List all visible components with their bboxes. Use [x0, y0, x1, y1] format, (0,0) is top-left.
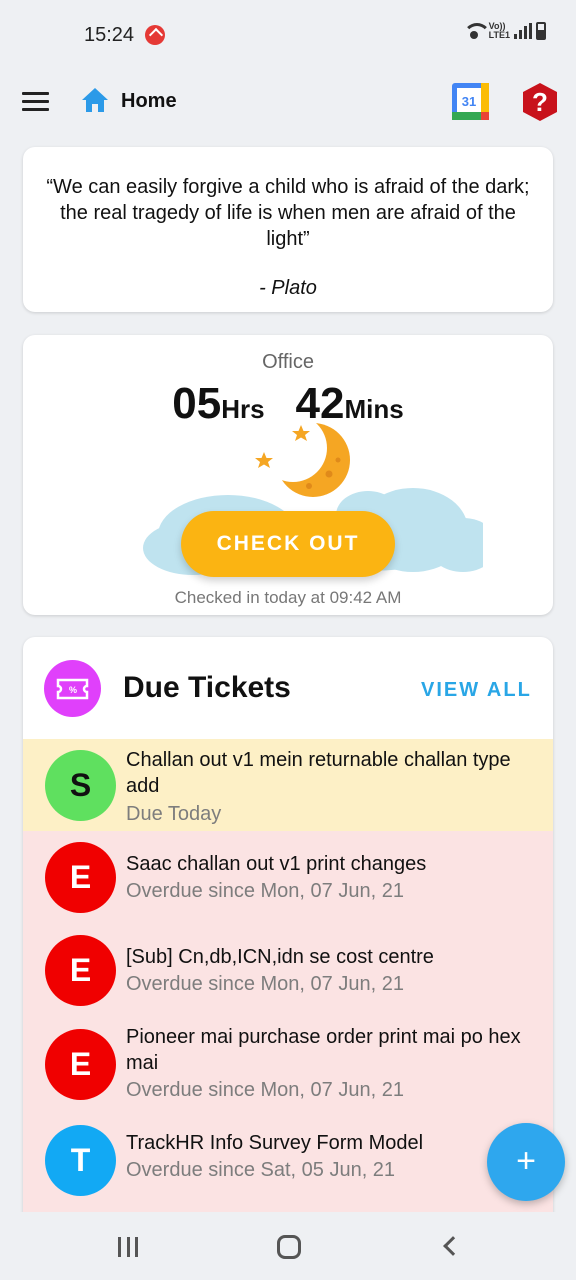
nav-back-icon[interactable]	[443, 1236, 463, 1256]
page-title: Home	[121, 90, 177, 112]
attendance-card: Office 05Hrs 42Mins CHECK OUT Checked in…	[23, 335, 553, 615]
work-location-label: Office	[262, 351, 314, 373]
ticket-title: TrackHR Info Survey Form Model	[126, 1132, 424, 1154]
tickets-header: % Due Tickets VIEW ALL	[23, 637, 553, 739]
system-icons: Vo)) LTE1	[462, 22, 546, 40]
checked-in-time: Checked in today at 09:42 AM	[174, 588, 402, 607]
svg-text:%: %	[69, 685, 77, 695]
ticket-avatar: S	[45, 750, 116, 821]
signal-icon	[514, 23, 532, 39]
ticket-row[interactable]: T TrackHR Info Survey Form Model Overdue…	[23, 1117, 553, 1217]
plus-icon: +	[516, 1142, 536, 1180]
due-tickets-card: % Due Tickets VIEW ALL S Challan out v1 …	[23, 637, 553, 1237]
ticket-avatar: E	[45, 1029, 116, 1100]
battery-icon	[536, 22, 546, 40]
menu-icon[interactable]	[22, 92, 49, 112]
network-type: Vo)) LTE1	[489, 22, 510, 40]
check-out-button[interactable]: CHECK OUT	[181, 511, 395, 577]
app-bar: Home 31 ?	[0, 70, 576, 134]
home-icon	[82, 88, 108, 112]
screen-record-icon	[145, 25, 165, 45]
ticket-title: Saac challan out v1 print changes	[126, 853, 427, 875]
quote-card: “We can easily forgive a child who is af…	[23, 147, 553, 312]
ticket-title: Pioneer mai purchase order print mai po …	[126, 1026, 521, 1074]
view-all-link[interactable]: VIEW ALL	[421, 679, 532, 702]
ticket-title: [Sub] Cn,db,ICN,idn se cost centre	[126, 946, 434, 968]
ticket-due-status: Due Today	[126, 803, 222, 825]
quote-text: “We can easily forgive a child who is af…	[46, 176, 530, 250]
help-icon[interactable]: ?	[521, 82, 559, 122]
nav-home-icon[interactable]	[277, 1235, 301, 1259]
nav-recents-icon[interactable]	[118, 1237, 138, 1257]
ticket-avatar: E	[45, 842, 116, 913]
ticket-avatar: E	[45, 935, 116, 1006]
wifi-icon	[462, 23, 491, 39]
ticket-row[interactable]: E Pioneer mai purchase order print mai p…	[23, 1017, 553, 1117]
tickets-title: Due Tickets	[123, 671, 291, 704]
ticket-row[interactable]: E [Sub] Cn,db,ICN,idn se cost centre Ove…	[23, 924, 553, 1017]
system-nav-bar	[0, 1212, 576, 1280]
ticket-avatar: T	[45, 1125, 116, 1196]
ticket-icon: %	[44, 660, 101, 717]
add-button[interactable]: +	[487, 1123, 565, 1201]
ticket-due-status: Overdue since Sat, 05 Jun, 21	[126, 1159, 396, 1181]
ticket-due-status: Overdue since Mon, 07 Jun, 21	[126, 1079, 404, 1101]
help-glyph: ?	[532, 87, 548, 117]
quote-author: - Plato	[259, 277, 317, 299]
lte-label: LTE1	[488, 30, 510, 40]
ticket-row[interactable]: S Challan out v1 mein returnable challan…	[23, 739, 553, 831]
ticket-due-status: Overdue since Mon, 07 Jun, 21	[126, 973, 404, 995]
status-time: 15:24	[84, 24, 135, 46]
ticket-due-status: Overdue since Mon, 07 Jun, 21	[126, 880, 404, 902]
ticket-row[interactable]: E Saac challan out v1 print changes Over…	[23, 831, 553, 924]
calendar-day: 31	[462, 94, 476, 109]
calendar-icon[interactable]: 31	[452, 83, 489, 120]
ticket-title: Challan out v1 mein returnable challan t…	[126, 749, 511, 797]
status-bar: 15:24 Vo)) LTE1	[0, 0, 576, 70]
